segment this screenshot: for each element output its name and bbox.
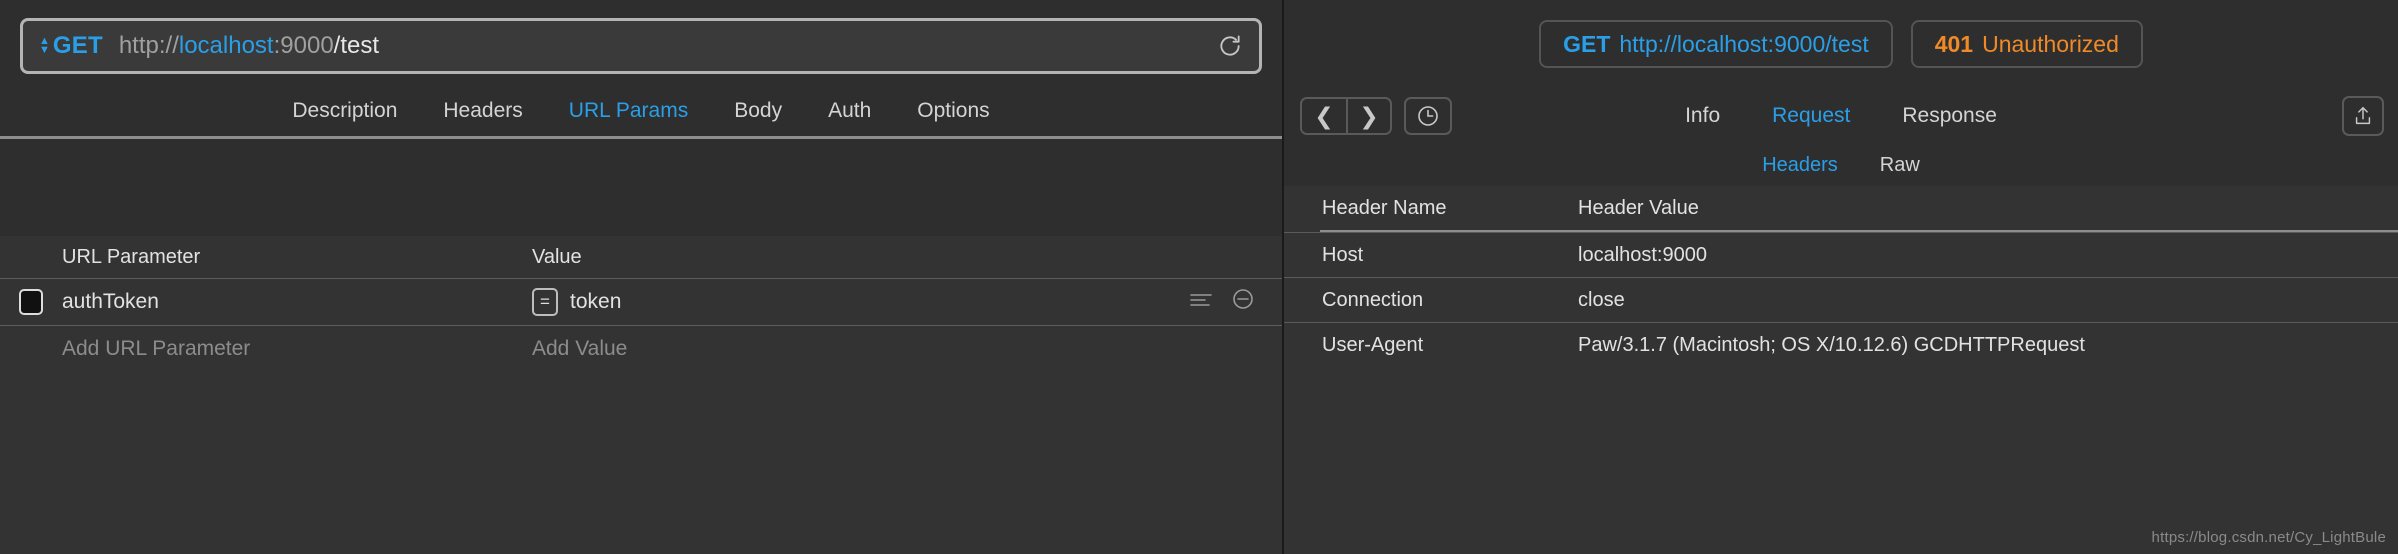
tab-response[interactable]: Response [1902,104,1997,128]
url-params-section: URL Parameter Value authToken = token Ad… [0,236,1282,554]
headers-empty-area [1284,367,2398,554]
subtab-headers[interactable]: Headers [1762,154,1838,177]
request-panel: ▲ ▼ GET http://localhost:9000/test Descri… [0,0,1284,554]
refresh-icon[interactable] [1215,31,1245,61]
cell-header-value: Paw/3.1.7 (Macintosh; OS X/10.12.6) GCDH… [1578,333,2085,356]
url-host: localhost [178,32,274,59]
tab-info[interactable]: Info [1685,104,1720,128]
add-url-parameter-input[interactable]: Add URL Parameter [62,337,532,361]
request-detail-subtab-bar: Headers Raw [1284,144,2398,186]
clock-icon[interactable] [1404,97,1452,135]
list-lines-icon[interactable] [1190,290,1212,314]
column-header-url-parameter: URL Parameter [62,245,201,268]
cell-header-name: Host [1322,243,1364,266]
url-path: /test [333,32,380,59]
cell-parameter-value[interactable]: = token [532,288,1162,316]
row-enable-checkbox[interactable] [19,289,43,315]
url-scheme: http:// [118,32,179,59]
tab-auth[interactable]: Auth [828,99,871,123]
url-bar[interactable]: ▲ ▼ GET http://localhost:9000/test [20,18,1262,74]
request-pill-url: http://localhost:9000/test [1619,30,1869,57]
cell-parameter-value-text: token [570,290,622,313]
column-header-header-name: Header Name [1322,196,1447,219]
table-row[interactable]: User-Agent Paw/3.1.7 (Macintosh; OS X/10… [1284,322,2398,367]
add-value-input[interactable]: Add Value [532,337,1162,361]
url-params-table-header: URL Parameter Value [0,236,1282,278]
tab-url-params[interactable]: URL Params [569,99,688,123]
http-method-label[interactable]: GET [53,32,103,60]
status-badge[interactable]: 401 Unauthorized [1910,20,2143,68]
status-text: Unauthorized [1982,30,2119,57]
tab-description[interactable]: Description [292,99,397,123]
headers-table-header: Header Name Header Value [1284,186,2398,230]
table-row[interactable]: Host localhost:9000 [1284,232,2398,277]
request-tab-bar: Description Headers URL Params Body Auth… [0,90,1282,136]
panel-divider [0,136,1282,139]
table-row[interactable]: authToken = token [0,279,1282,325]
cell-header-value: localhost:9000 [1578,243,1707,266]
history-nav-group: ❮ ❯ [1300,97,1392,135]
request-summary-pill[interactable]: GET http://localhost:9000/test [1539,20,1893,68]
column-header-value: Value [532,245,582,268]
remove-circle-icon[interactable] [1232,288,1254,316]
url-bar-container: ▲ ▼ GET http://localhost:9000/test [0,0,1282,90]
url-params-empty-area [0,372,1282,554]
tab-headers[interactable]: Headers [443,99,522,123]
tab-body[interactable]: Body [734,99,782,123]
request-headers-table: Header Name Header Value Host localhost:… [1284,186,2398,554]
cell-header-value: close [1578,288,1625,311]
watermark: https://blog.csdn.net/Cy_LightBule [2151,529,2386,546]
url-text[interactable]: http://localhost:9000/test [119,32,379,60]
paw-http-client-window: ▲ ▼ GET http://localhost:9000/test Descri… [0,0,2398,554]
tab-options[interactable]: Options [917,99,989,123]
url-port: 9000 [280,32,334,59]
row-actions [1162,288,1282,316]
row-checkbox-cell[interactable] [0,289,62,315]
chevron-left-icon[interactable]: ❮ [1302,99,1346,133]
subtab-raw[interactable]: Raw [1880,154,1920,177]
add-url-parameter-row[interactable]: Add URL Parameter Add Value [0,326,1282,372]
response-summary-bar: GET http://localhost:9000/test 401 Unaut… [1284,0,2398,88]
up-down-stepper-icon[interactable]: ▲ ▼ [39,36,50,56]
response-panel: GET http://localhost:9000/test 401 Unaut… [1284,0,2398,554]
cell-header-name: User-Agent [1322,333,1424,356]
response-nav-bar: ❮ ❯ Info Request Response [1284,88,2398,144]
request-pill-method: GET [1563,30,1611,57]
cell-parameter-name[interactable]: authToken [62,290,532,314]
status-code: 401 [1934,30,1974,57]
equals-operator-chip[interactable]: = [532,288,558,316]
column-header-header-value: Header Value [1578,196,1699,219]
share-upload-icon[interactable] [2342,96,2384,136]
table-row[interactable]: Connection close [1284,277,2398,322]
chevron-right-icon[interactable]: ❯ [1346,99,1390,133]
cell-header-name: Connection [1322,288,1424,311]
url-params-table: URL Parameter Value authToken = token Ad… [0,236,1282,372]
tab-request[interactable]: Request [1772,104,1850,128]
